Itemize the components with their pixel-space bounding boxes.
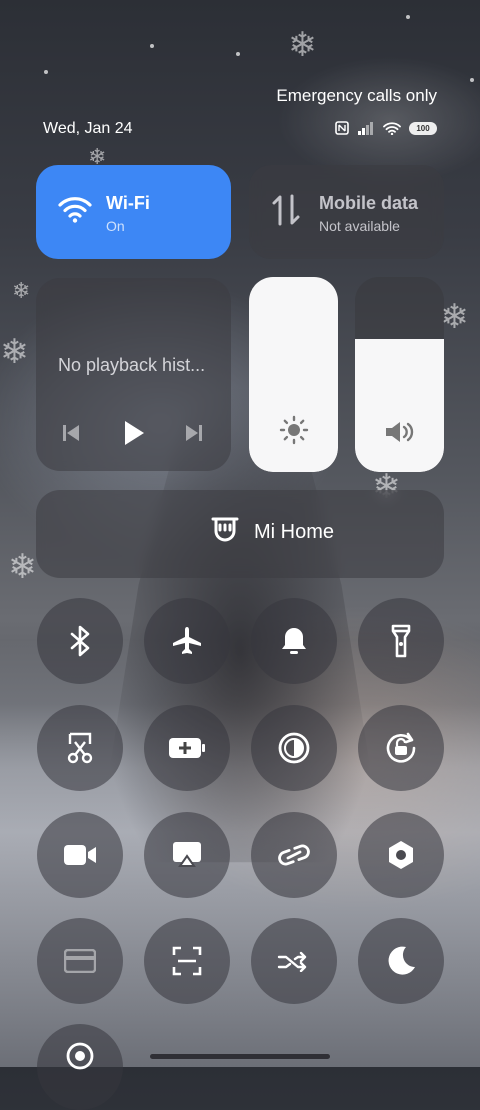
- cast-icon: [173, 842, 201, 867]
- cast-toggle[interactable]: [144, 812, 230, 898]
- brightness-icon-wrap: [249, 415, 338, 450]
- rotation-lock-toggle[interactable]: [358, 705, 444, 791]
- rotation-lock-icon: [386, 732, 416, 763]
- bell-icon: [282, 628, 306, 654]
- media-player-tile[interactable]: No playback hist...: [36, 278, 231, 471]
- video-camera-icon: [64, 845, 96, 865]
- flashlight-toggle[interactable]: [358, 598, 444, 684]
- previous-track-icon[interactable]: [62, 423, 80, 443]
- dark-mode-toggle[interactable]: [251, 705, 337, 791]
- mobile-data-title: Mobile data: [319, 193, 419, 213]
- airplane-icon: [173, 627, 201, 654]
- star-dot: [406, 15, 410, 19]
- battery-icon: 100: [409, 121, 437, 135]
- snowflake-icon: ❄: [8, 548, 37, 586]
- scanner-toggle[interactable]: [144, 918, 230, 1004]
- mi-home-content: Mi Home: [210, 516, 334, 548]
- wifi-status: On: [106, 218, 125, 234]
- star-dot: [150, 44, 154, 48]
- moon-icon: [388, 946, 415, 975]
- snowflake-icon: ❄: [0, 333, 29, 371]
- battery-saver-toggle[interactable]: [144, 705, 230, 791]
- card-toggle[interactable]: [37, 918, 123, 1004]
- brightness-icon: [279, 415, 308, 445]
- brightness-slider[interactable]: [249, 277, 338, 472]
- volume-fill: [355, 339, 444, 472]
- location-toggle[interactable]: [37, 1024, 123, 1110]
- settings-toggle[interactable]: [358, 812, 444, 898]
- screen-recorder-toggle[interactable]: [37, 812, 123, 898]
- star-dot: [236, 52, 240, 56]
- do-not-disturb-toggle[interactable]: [358, 918, 444, 1004]
- star-dot: [470, 78, 474, 82]
- snowflake-icon: ❄: [288, 26, 317, 64]
- mobile-data-icon: [272, 194, 300, 226]
- airplane-mode-toggle[interactable]: [144, 598, 230, 684]
- card-icon: [64, 949, 96, 973]
- status-icons: 100: [335, 121, 437, 135]
- mi-home-label: Mi Home: [254, 520, 335, 543]
- bluetooth-toggle[interactable]: [37, 598, 123, 684]
- hexagon-settings-icon: [389, 841, 413, 869]
- home-indicator[interactable]: [150, 1054, 330, 1059]
- wifi-tile[interactable]: Wi-Fi On: [36, 165, 231, 259]
- snowflake-icon: ❄: [440, 298, 469, 336]
- scan-icon: [172, 946, 202, 976]
- flashlight-icon: [391, 624, 411, 658]
- link-icon: [278, 844, 310, 866]
- shuffle-icon: [277, 951, 307, 972]
- sound-toggle[interactable]: [251, 598, 337, 684]
- next-track-icon[interactable]: [185, 423, 203, 443]
- media-status-text: No playback hist...: [58, 355, 206, 375]
- battery-saver-icon: [169, 738, 205, 758]
- wifi-title: Wi-Fi: [106, 193, 150, 213]
- bluetooth-icon: [70, 625, 90, 657]
- scissors-icon: [67, 732, 93, 764]
- screenshot-toggle[interactable]: [37, 705, 123, 791]
- nfc-icon: [335, 121, 349, 135]
- volume-slider[interactable]: [355, 277, 444, 472]
- emergency-calls-text: Emergency calls only: [276, 86, 437, 105]
- volume-icon-wrap: [355, 419, 444, 450]
- date-text: Wed, Jan 24: [43, 120, 133, 137]
- wifi-icon: [58, 197, 92, 223]
- play-icon[interactable]: [123, 420, 145, 446]
- wifi-status-icon: [383, 121, 401, 135]
- volume-icon: [385, 422, 413, 442]
- snowflake-icon: ❄: [12, 278, 31, 303]
- link-sharing-toggle[interactable]: [251, 812, 337, 898]
- contrast-icon: [278, 732, 310, 764]
- mobile-data-status: Not available: [319, 218, 400, 234]
- signal-icon: [358, 121, 373, 135]
- mi-home-icon: [211, 517, 239, 542]
- mi-home-tile[interactable]: Mi Home: [36, 490, 444, 578]
- mobile-data-tile[interactable]: Mobile data Not available: [249, 165, 444, 259]
- shuffle-toggle[interactable]: [251, 918, 337, 1004]
- star-dot: [44, 70, 48, 74]
